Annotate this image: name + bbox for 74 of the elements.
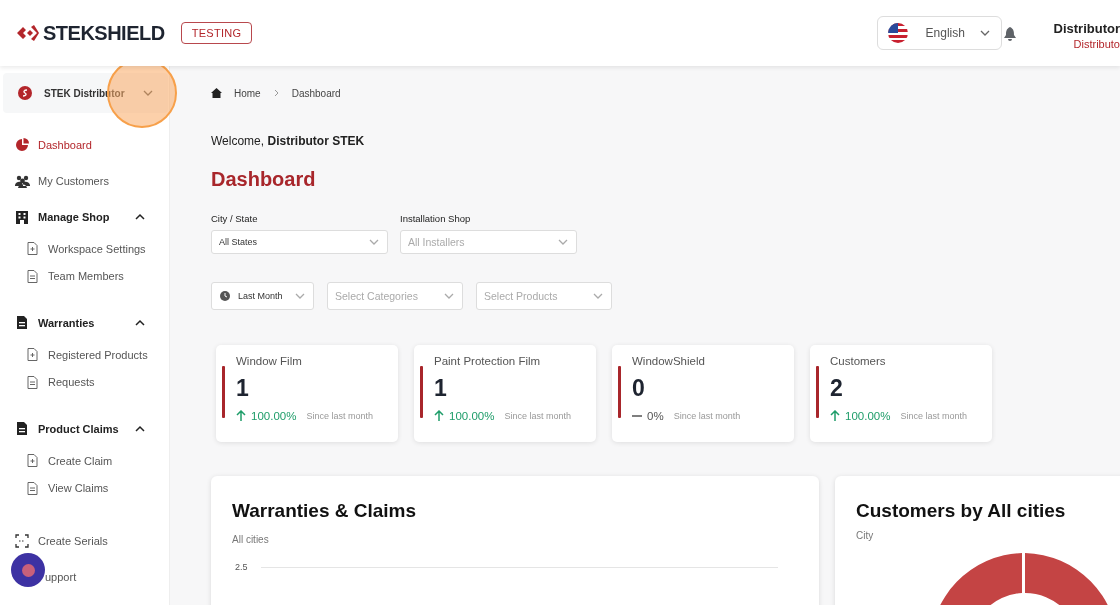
chart-subtitle: City — [856, 530, 875, 541]
breadcrumb-link[interactable]: Dashboard — [291, 87, 341, 99]
accent-bar — [222, 366, 225, 418]
nav-subitem[interactable]: Requests — [0, 368, 165, 396]
stat-value: 2 — [830, 375, 844, 402]
nav-item[interactable]: upport — [0, 559, 165, 595]
chat-dot-icon — [21, 563, 35, 577]
select-field[interactable]: Last Month — [211, 282, 314, 310]
arrow-up-icon — [830, 410, 840, 422]
field-label: Installation Shop — [400, 213, 472, 224]
stat-title: WindowShield — [632, 355, 706, 367]
arrow-up-icon — [434, 410, 444, 422]
building-icon — [15, 209, 30, 225]
user-role: Distributo — [1073, 37, 1120, 50]
arrow-up-icon — [236, 410, 246, 422]
file-plus-icon — [27, 454, 38, 468]
accent-bar — [816, 366, 819, 418]
axis-tick-label: 2.5 — [235, 562, 248, 572]
environment-badge: TESTING — [180, 22, 253, 44]
file-plus-icon — [27, 348, 38, 362]
bell-icon — [1001, 25, 1018, 41]
account-avatar-icon — [18, 86, 32, 100]
nav-group-header[interactable]: Manage Shop — [0, 199, 165, 235]
nav-item[interactable]: Create Serials — [0, 523, 165, 559]
stat-change: 0% — [647, 410, 664, 422]
chart-subtitle: All cities — [232, 534, 270, 545]
home-icon — [211, 88, 222, 98]
stat-title: Window Film — [236, 355, 303, 367]
nav-subitem[interactable]: View Claims — [0, 474, 165, 502]
stat-note: Since last month — [504, 411, 571, 421]
nav-subitem[interactable]: Create Claim — [0, 447, 165, 475]
nav-subitem[interactable]: Workspace Settings — [0, 235, 165, 263]
file-lines-icon — [27, 481, 38, 495]
chart-title: Warranties & Claims — [232, 500, 418, 522]
document-icon — [15, 421, 30, 437]
file-lines-icon — [27, 269, 38, 283]
stat-value: 0 — [632, 375, 646, 402]
stat-change: 100.00% — [845, 410, 891, 422]
stat-value: 1 — [434, 375, 448, 402]
nav-item[interactable]: Dashboard — [0, 127, 165, 163]
nav-subitem[interactable]: Registered Products — [0, 341, 165, 369]
nav-subitem[interactable]: Team Members — [0, 262, 165, 290]
page-title: Dashboard — [211, 168, 317, 191]
pie-chart-icon — [15, 137, 30, 153]
user-name: Distributor — [1053, 20, 1120, 36]
welcome-text: Welcome, Distributor STEK — [211, 134, 366, 148]
language-select[interactable]: English — [876, 16, 1002, 50]
nav-group-header[interactable]: Product Claims — [0, 411, 165, 447]
stat-title: Paint Protection Film — [434, 355, 542, 367]
people-icon — [15, 173, 30, 189]
document-icon — [15, 315, 30, 331]
field-label: City / State — [211, 213, 259, 224]
stat-change: 100.00% — [251, 410, 297, 422]
flag-icon — [887, 23, 908, 43]
chevron-right-icon — [272, 89, 280, 97]
logo-text: STEKSHIELD — [43, 21, 165, 45]
stat-title: Customers — [830, 355, 887, 367]
accent-bar — [420, 366, 423, 418]
breadcrumb-link[interactable]: Home — [234, 87, 261, 99]
nav-item[interactable]: My Customers — [0, 163, 165, 199]
file-plus-icon — [27, 242, 38, 256]
accent-bar — [618, 366, 621, 418]
chart-title: Customers by All cities — [856, 500, 1067, 522]
logo-mark-icon — [15, 25, 39, 41]
scan-frame-icon — [15, 533, 30, 549]
clock-icon — [220, 291, 230, 301]
file-lines-icon — [27, 375, 38, 389]
stat-note: Since last month — [900, 411, 967, 421]
stat-value: 1 — [236, 375, 250, 402]
stat-note: Since last month — [673, 411, 741, 421]
stat-change: 100.00% — [449, 410, 495, 422]
stat-note: Since last month — [306, 411, 373, 421]
nav-group-header[interactable]: Warranties — [0, 305, 165, 341]
select-field[interactable]: All States — [211, 230, 388, 254]
